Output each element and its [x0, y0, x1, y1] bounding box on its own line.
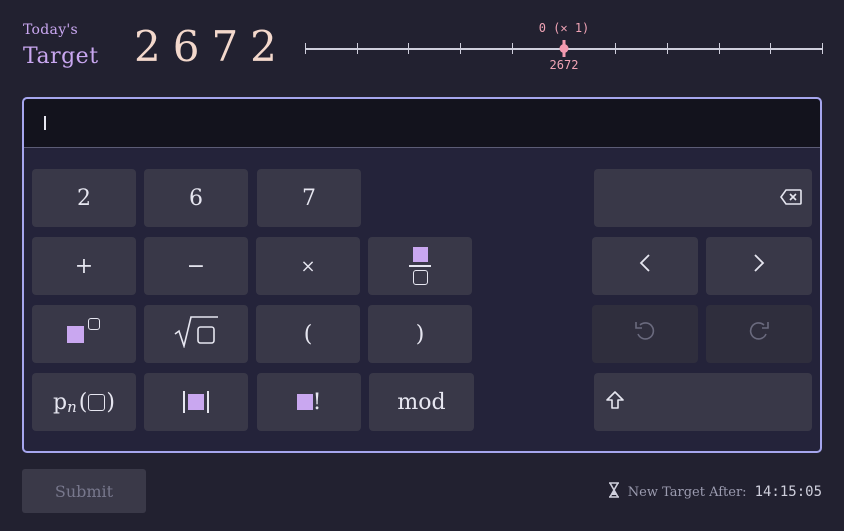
timer-label: New Target After: [627, 484, 747, 500]
factorial-button[interactable]: ! [257, 373, 361, 431]
shift-button[interactable] [594, 373, 812, 431]
slider-target-label: 2672 [549, 58, 579, 72]
slider-handle [559, 44, 569, 53]
slider-tick [822, 43, 823, 54]
slider-tick [719, 43, 720, 54]
slider-tick [305, 43, 306, 54]
target-number: 2672 [134, 22, 289, 71]
minus-button[interactable]: − [144, 237, 248, 295]
plus-button[interactable]: + [32, 237, 136, 295]
open-paren-button[interactable]: ( [256, 305, 360, 363]
cursor-left-button[interactable] [592, 237, 698, 295]
redo-icon [748, 320, 770, 348]
slider-tick [667, 43, 668, 54]
text-caret [44, 116, 46, 130]
backspace-icon [780, 186, 802, 211]
prime-parens-icon: () [78, 389, 115, 415]
next-target-timer: New Target After: 14:15:05 [608, 482, 822, 502]
sqrt-button[interactable] [144, 305, 248, 363]
slider-tick [460, 43, 461, 54]
submit-button[interactable]: Submit [22, 469, 146, 513]
shift-arrow-icon [606, 390, 624, 415]
target-label: Target [23, 44, 99, 69]
cursor-right-button[interactable] [706, 237, 812, 295]
denominator-placeholder-icon [412, 269, 428, 285]
hourglass-icon [608, 482, 620, 502]
slider-tick [615, 43, 616, 54]
target-label-small: Today's [23, 22, 79, 38]
digit-button-6[interactable]: 6 [144, 169, 248, 227]
slider-tick [408, 43, 409, 54]
prime-label: p [53, 389, 68, 415]
digit-button-7[interactable]: 7 [257, 169, 361, 227]
sqrt-icon [173, 314, 219, 354]
timer-value: 14:15:05 [754, 484, 822, 500]
absolute-value-button[interactable] [144, 373, 248, 431]
fraction-bar-icon [409, 265, 431, 267]
prime-function-button[interactable]: p n() [32, 373, 136, 431]
close-paren-button[interactable]: ) [368, 305, 472, 363]
slider-value-label: 0 (✕ 1) [538, 21, 590, 35]
power-icon [67, 318, 101, 344]
digit-button-2[interactable]: 2 [32, 169, 136, 227]
prime-subscript: n [67, 398, 77, 416]
chevron-left-icon [639, 253, 651, 279]
slider-tick [770, 43, 771, 54]
backspace-button[interactable] [594, 169, 812, 227]
target-slider: 0 (✕ 1) 2672 [305, 20, 823, 76]
redo-button[interactable] [706, 305, 812, 363]
absolute-value-icon [183, 391, 209, 413]
factorial-placeholder-icon [296, 394, 313, 410]
factorial-symbol: ! [312, 389, 322, 415]
power-button[interactable] [32, 305, 136, 363]
expression-panel: 2 6 7 + − × ( ) p n() ! mod [22, 97, 822, 453]
mod-button[interactable]: mod [369, 373, 474, 431]
multiply-button[interactable]: × [256, 237, 360, 295]
numerator-placeholder-icon [412, 247, 428, 263]
slider-tick [357, 43, 358, 54]
chevron-right-icon [753, 253, 765, 279]
fraction-button[interactable] [368, 237, 472, 295]
undo-button[interactable] [592, 305, 698, 363]
expression-input[interactable] [24, 99, 820, 148]
slider-tick [512, 43, 513, 54]
undo-icon [634, 320, 656, 348]
